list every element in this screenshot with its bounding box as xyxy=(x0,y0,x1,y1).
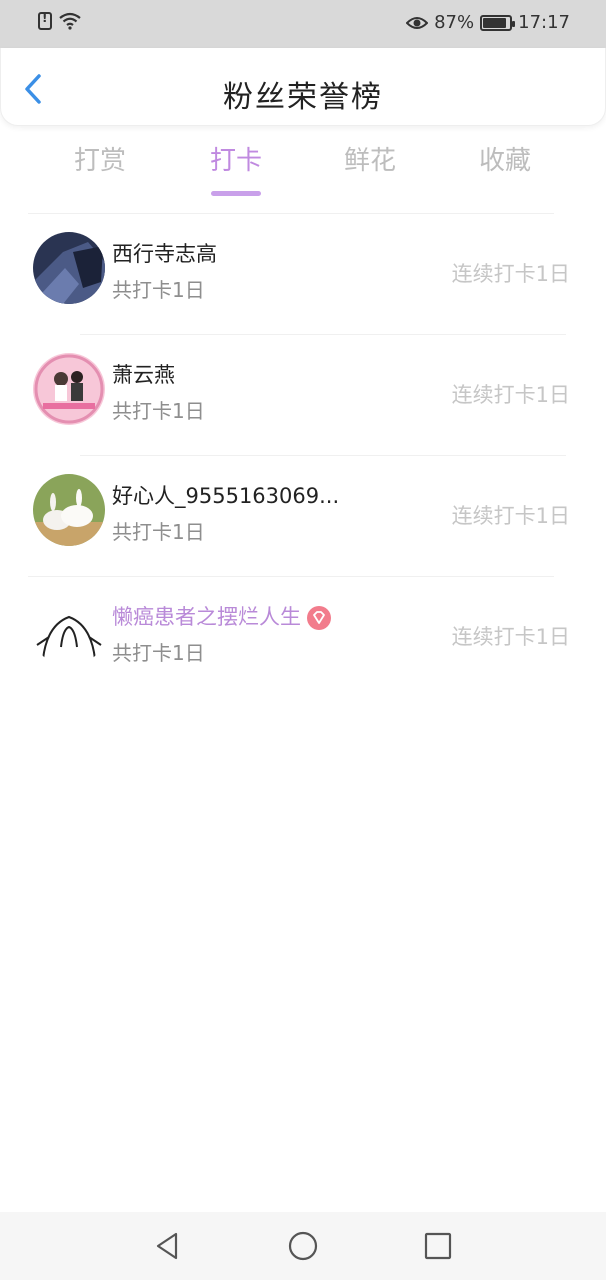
recents-square-icon[interactable] xyxy=(418,1228,458,1264)
header: 粉丝荣誉榜 xyxy=(0,48,606,126)
avatar[interactable] xyxy=(33,353,105,425)
avatar[interactable] xyxy=(33,595,105,667)
battery-icon xyxy=(480,14,516,31)
fan-name: 好心人_9555163069... xyxy=(112,484,340,508)
avatar[interactable] xyxy=(33,474,105,546)
vip-diamond-icon xyxy=(307,606,331,630)
avatar[interactable] xyxy=(33,232,105,304)
list-item[interactable]: 好心人_9555163069... 共打卡1日 连续打卡1日 xyxy=(0,456,606,576)
total-checkins: 共打卡1日 xyxy=(112,278,205,302)
streak-checkins: 连续打卡1日 xyxy=(451,625,570,649)
fan-name: 懒癌患者之摆烂人生 xyxy=(112,601,331,631)
home-circle-icon[interactable] xyxy=(283,1228,323,1264)
page-title: 粉丝荣誉榜 xyxy=(223,80,383,115)
wifi-icon xyxy=(59,12,81,30)
status-bar: 87% 17:17 xyxy=(0,0,606,48)
tab-favorites[interactable]: 收藏 xyxy=(445,140,565,196)
eye-comfort-icon xyxy=(406,16,429,29)
tab-flowers[interactable]: 鲜花 xyxy=(310,140,430,196)
fan-name-text: 懒癌患者之摆烂人生 xyxy=(112,605,301,629)
total-checkins: 共打卡1日 xyxy=(112,641,205,665)
fan-name: 西行寺志高 xyxy=(112,242,217,266)
tab-reward[interactable]: 打赏 xyxy=(40,140,160,196)
battery-percent: 87% xyxy=(434,12,475,33)
clock: 17:17 xyxy=(518,12,570,33)
list-item[interactable]: 懒癌患者之摆烂人生 共打卡1日 连续打卡1日 xyxy=(0,577,606,697)
streak-checkins: 连续打卡1日 xyxy=(451,262,570,286)
streak-checkins: 连续打卡1日 xyxy=(451,504,570,528)
fan-list: 西行寺志高 共打卡1日 连续打卡1日 萧云燕 共打卡1日 连续打卡1日 好心人_… xyxy=(0,213,606,697)
tab-checkin[interactable]: 打卡 xyxy=(176,140,296,196)
tab-bar: 打赏 打卡 鲜花 收藏 xyxy=(0,140,606,196)
tab-label: 打赏 xyxy=(73,146,126,176)
total-checkins: 共打卡1日 xyxy=(112,399,205,423)
tab-label: 收藏 xyxy=(478,146,531,176)
list-item[interactable]: 萧云燕 共打卡1日 连续打卡1日 xyxy=(0,335,606,455)
fan-name: 萧云燕 xyxy=(112,363,175,387)
tab-label: 打卡 xyxy=(209,146,262,176)
back-triangle-icon[interactable] xyxy=(148,1228,188,1264)
tab-label: 鲜花 xyxy=(343,146,396,176)
sim-alert-icon xyxy=(38,11,52,30)
system-nav-bar xyxy=(0,1212,606,1280)
streak-checkins: 连续打卡1日 xyxy=(451,383,570,407)
total-checkins: 共打卡1日 xyxy=(112,520,205,544)
list-item[interactable]: 西行寺志高 共打卡1日 连续打卡1日 xyxy=(0,214,606,334)
active-tab-indicator xyxy=(211,191,261,196)
